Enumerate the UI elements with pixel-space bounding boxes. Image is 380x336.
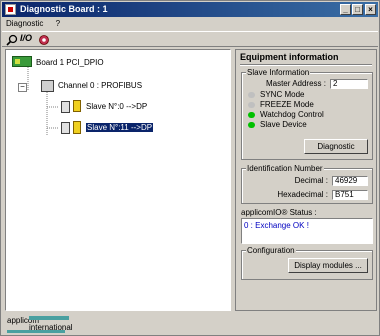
- collapse-icon[interactable]: −: [18, 83, 27, 92]
- menu-help[interactable]: ?: [56, 19, 60, 28]
- refresh-icon[interactable]: [38, 34, 50, 46]
- io-button[interactable]: I/O: [20, 33, 32, 45]
- slave-device-icon: [61, 122, 70, 134]
- freeze-mode-label: FREEZE Mode: [260, 100, 314, 109]
- title-bar: Diagnostic Board : 1 _ □ ×: [2, 2, 378, 17]
- slave-device-icon: [61, 101, 70, 113]
- applicom-logo: applicom international: [7, 316, 91, 334]
- window-title: Diagnostic Board : 1: [20, 4, 108, 14]
- diagnostic-button[interactable]: Diagnostic: [304, 139, 368, 154]
- decimal-field[interactable]: 46929: [332, 176, 368, 186]
- slave-information-group: Slave Information Master Address : 2 SYN…: [241, 68, 373, 160]
- maximize-icon[interactable]: □: [352, 4, 363, 15]
- configuration-label: Configuration: [246, 246, 296, 255]
- display-modules-button[interactable]: Display modules ...: [288, 258, 368, 273]
- master-address-label: Master Address :: [265, 79, 326, 88]
- tree-board[interactable]: Board 1 PCI_DPIO: [36, 58, 104, 67]
- master-address-field[interactable]: 2: [330, 79, 368, 89]
- minimize-icon[interactable]: _: [340, 4, 351, 15]
- watchdog-control-label: Watchdog Control: [260, 110, 324, 119]
- identification-group: Identification Number Decimal : 46929 He…: [241, 164, 373, 204]
- hexadecimal-label: Hexadecimal :: [277, 190, 328, 199]
- watchdog-led-icon: [248, 112, 255, 118]
- device-tree: Board 1 PCI_DPIO − Channel 0 : PROFIBUS …: [5, 49, 231, 311]
- tree-channel[interactable]: Channel 0 : PROFIBUS: [58, 81, 142, 90]
- status-box: 0 : Exchange OK !: [241, 218, 373, 244]
- menu-bar: Diagnostic ?: [2, 17, 378, 30]
- channel-icon: [41, 80, 54, 92]
- configuration-group: Configuration Display modules ...: [241, 246, 373, 280]
- menu-diagnostic[interactable]: Diagnostic: [6, 19, 43, 28]
- tree-slave-0[interactable]: Slave N°:0 -->DP: [86, 102, 147, 111]
- sync-mode-label: SYNC Mode: [260, 90, 305, 99]
- tree-slave-11[interactable]: Slave N°:11 -->DP: [86, 123, 154, 132]
- slave-info-label: Slave Information: [246, 68, 311, 77]
- hexadecimal-field[interactable]: B751: [332, 190, 368, 200]
- slave-device-label: Slave Device: [260, 120, 307, 129]
- sync-led-icon: [248, 92, 255, 98]
- search-icon[interactable]: [6, 34, 18, 46]
- slave-device-led-icon: [248, 122, 255, 128]
- freeze-led-icon: [248, 102, 255, 108]
- heading-divider: [240, 64, 372, 66]
- status-label: applicomIO® Status :: [241, 208, 317, 217]
- decimal-label: Decimal :: [294, 176, 328, 185]
- identification-label: Identification Number: [246, 164, 324, 173]
- equipment-heading: Equipment information: [240, 52, 339, 62]
- app-icon: [5, 4, 16, 15]
- warning-icon: [73, 100, 81, 112]
- toolbar: I/O: [2, 31, 378, 47]
- close-icon[interactable]: ×: [365, 4, 376, 15]
- diagnostic-window: Diagnostic Board : 1 _ □ × Diagnostic ? …: [0, 0, 380, 336]
- equipment-panel: Equipment information Slave Information …: [235, 49, 377, 311]
- warning-icon: [73, 121, 81, 134]
- board-icon: [12, 56, 32, 67]
